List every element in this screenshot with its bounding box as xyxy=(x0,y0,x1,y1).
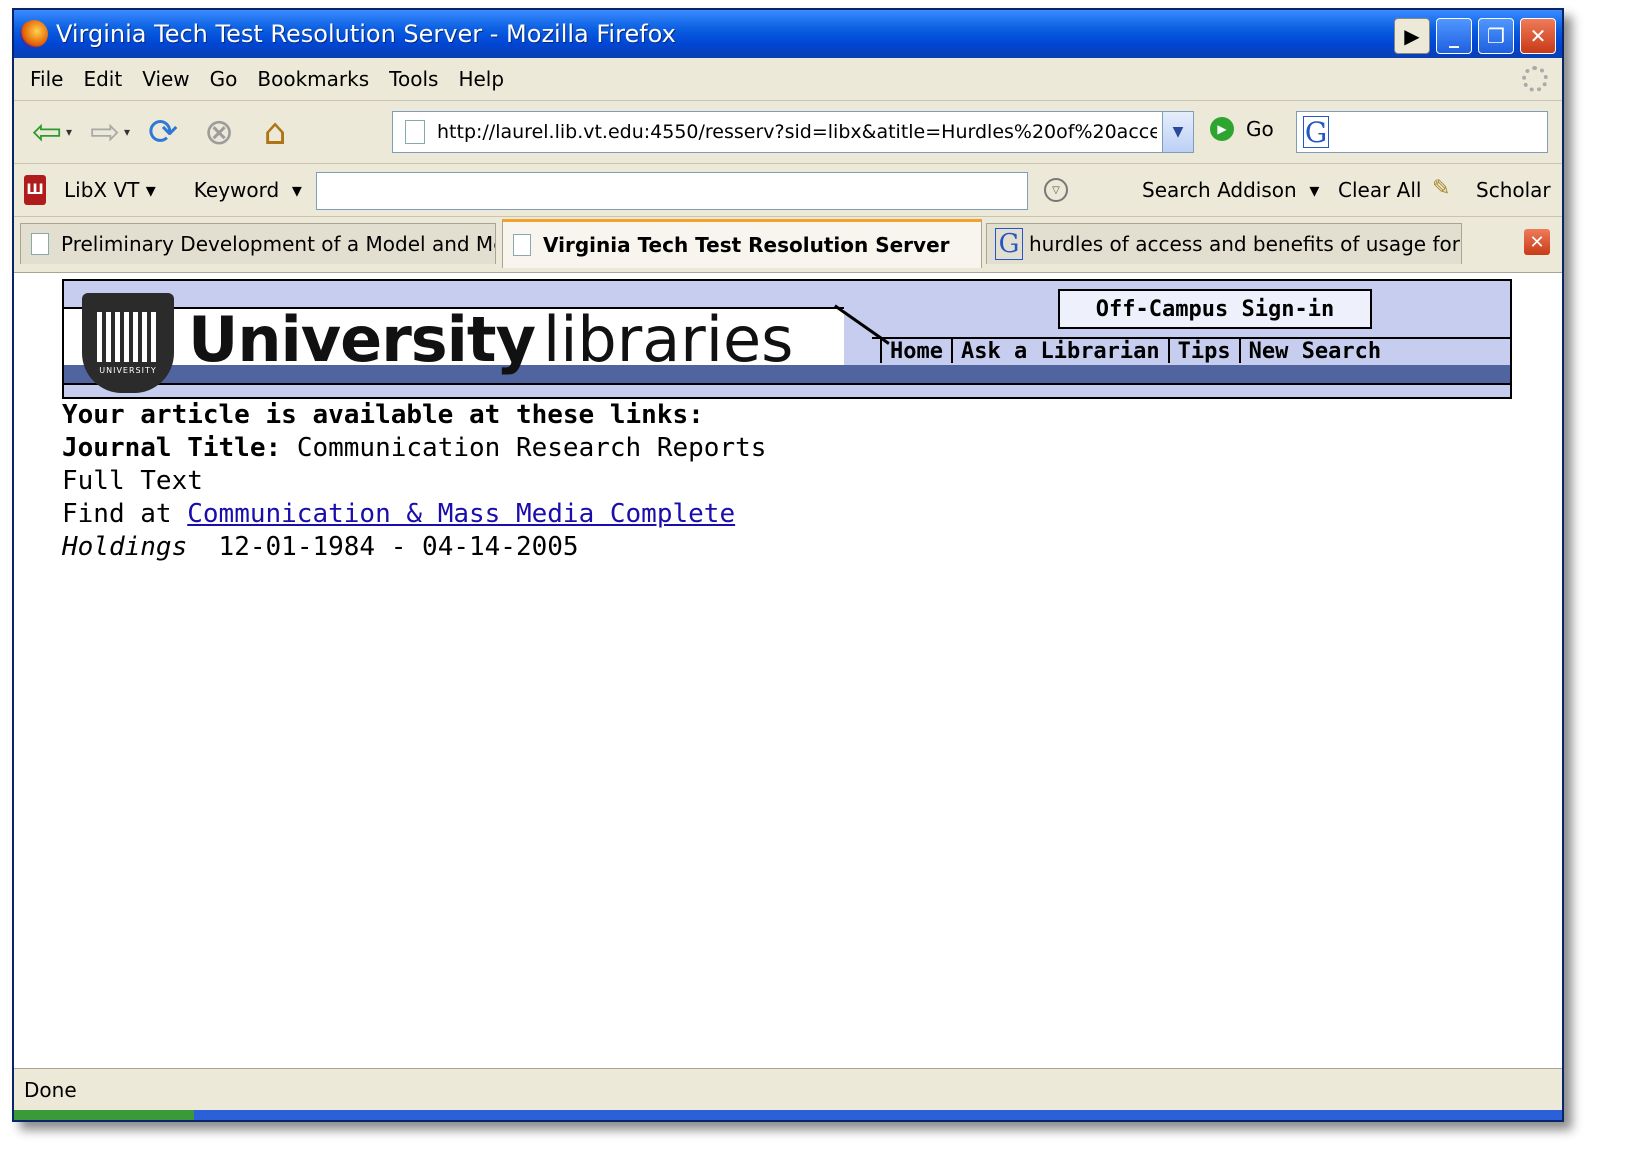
scholar-button[interactable]: Scholar xyxy=(1476,178,1551,202)
back-arrow-icon[interactable]: ⇦ xyxy=(24,109,70,155)
tab-label: Virginia Tech Test Resolution Server xyxy=(543,233,950,257)
journal-title-value: Communication Research Reports xyxy=(296,433,767,463)
tab-virginia-tech-resolution-server[interactable]: Virginia Tech Test Resolution Server xyxy=(502,219,982,268)
home-icon[interactable]: ⌂ xyxy=(252,109,298,155)
stop-icon[interactable]: ⊗ xyxy=(196,109,242,155)
status-bar: Done xyxy=(14,1068,1562,1111)
seal-columns xyxy=(97,311,159,362)
find-at-row: Find at Communication & Mass Media Compl… xyxy=(62,498,766,531)
reload-icon[interactable]: ⟳ xyxy=(140,109,186,155)
database-link[interactable]: Communication & Mass Media Complete xyxy=(187,499,735,529)
tab-label: Preliminary Development of a Model and M… xyxy=(61,232,496,256)
libx-search-input[interactable] xyxy=(316,172,1028,210)
page-icon xyxy=(405,120,425,144)
scholar-magic-wand-icon[interactable]: ✎ xyxy=(1432,176,1450,201)
seal-text: UNIVERSITY xyxy=(99,365,157,375)
minimize-button[interactable]: _ xyxy=(1436,18,1472,54)
tab-preliminary-development[interactable]: Preliminary Development of a Model and M… xyxy=(20,223,496,264)
university-seal-icon[interactable]: UNIVERSITY xyxy=(82,293,174,393)
menu-edit[interactable]: Edit xyxy=(83,67,122,91)
link-separator xyxy=(880,339,882,363)
tab-bar: Preliminary Development of a Model and M… xyxy=(14,217,1562,268)
keyword-label: Keyword xyxy=(193,178,280,202)
navigation-toolbar: ⇦ ▾ ⇨ ▾ ⟳ ⊗ ⌂ http://laurel.lib.vt.edu:4… xyxy=(14,101,1562,164)
menu-file[interactable]: File xyxy=(30,67,63,91)
libx-dropdown-icon[interactable]: ▽ xyxy=(1044,178,1068,202)
forward-arrow-icon[interactable]: ⇨ xyxy=(82,109,128,155)
close-window-button[interactable]: ✕ xyxy=(1520,18,1556,54)
page-content: UNIVERSITY University libraries Off-Campu… xyxy=(14,272,1562,1069)
logo-light-text: libraries xyxy=(542,303,794,376)
restore-button[interactable]: ❐ xyxy=(1478,18,1514,54)
link-separator xyxy=(950,339,953,363)
firefox-logo-icon xyxy=(20,20,48,48)
banner-nav-links: Home Ask a Librarian Tips New Search xyxy=(872,337,1381,365)
go-label: Go xyxy=(1246,117,1274,141)
university-libraries-banner: UNIVERSITY University libraries Off-Campu… xyxy=(62,279,1512,399)
tab-label: hurdles of access and benefits of usage … xyxy=(1029,232,1462,256)
holdings-label: Holdings xyxy=(62,532,188,562)
close-tab-icon[interactable]: ✕ xyxy=(1524,229,1550,255)
banner-band-rule xyxy=(64,383,1510,385)
title-bar: Virginia Tech Test Resolution Server - M… xyxy=(14,10,1562,58)
search-addison-button[interactable]: Search Addison ▾ xyxy=(1142,178,1319,202)
off-campus-signin-button[interactable]: Off-Campus Sign-in xyxy=(1058,289,1372,329)
home-link[interactable]: Home xyxy=(890,339,943,364)
holdings-row: Holdings 12-01-1984 - 04-14-2005 xyxy=(62,531,766,564)
link-separator xyxy=(1238,339,1241,363)
taskbar-strip xyxy=(14,1110,1562,1120)
window-title: Virginia Tech Test Resolution Server - M… xyxy=(56,20,676,48)
find-at-label: Find at xyxy=(62,499,172,529)
keyword-select[interactable]: Keyword ▾ xyxy=(194,178,302,202)
tips-link[interactable]: Tips xyxy=(1178,339,1231,364)
url-dropdown-icon[interactable]: ▼ xyxy=(1162,112,1193,152)
back-history-dropdown-icon[interactable]: ▾ xyxy=(66,125,72,139)
menu-help[interactable]: Help xyxy=(458,67,504,91)
page-icon xyxy=(513,234,531,256)
link-separator xyxy=(1167,339,1170,363)
google-logo-icon: G xyxy=(995,228,1023,260)
journal-title-row: Journal Title: Communication Research Re… xyxy=(62,432,766,465)
forward-history-dropdown-icon[interactable]: ▾ xyxy=(124,125,130,139)
play-arrow-icon[interactable]: ▶ xyxy=(1394,18,1430,54)
new-search-link[interactable]: New Search xyxy=(1249,339,1381,364)
go-arrow-icon: ▶ xyxy=(1210,117,1234,141)
libx-menu[interactable]: LibX VT ▾ xyxy=(64,178,156,202)
google-logo-icon: G xyxy=(1303,115,1329,149)
tab-google-hurdles-search[interactable]: G hurdles of access and benefits of usag… xyxy=(986,223,1462,264)
libx-menu-label: LibX VT xyxy=(64,178,140,202)
google-search-box[interactable]: G xyxy=(1296,111,1548,153)
menu-tools[interactable]: Tools xyxy=(389,67,438,91)
journal-title-label: Journal Title: xyxy=(62,433,282,463)
url-text[interactable]: http://laurel.lib.vt.edu:4550/resserv?si… xyxy=(437,121,1157,143)
window-controls: ▶ _ ❐ ✕ xyxy=(1394,18,1556,54)
menu-go[interactable]: Go xyxy=(210,67,238,91)
go-button[interactable]: ▶ Go xyxy=(1210,117,1274,141)
status-text: Done xyxy=(24,1078,77,1102)
article-availability: Your article is available at these links… xyxy=(62,399,766,564)
menu-bar: File Edit View Go Bookmarks Tools Help xyxy=(14,58,1562,101)
holdings-value: 12-01-1984 - 04-14-2005 xyxy=(218,532,579,562)
search-addison-label: Search Addison xyxy=(1142,178,1297,202)
full-text-label: Full Text xyxy=(62,466,203,496)
ask-a-librarian-link[interactable]: Ask a Librarian xyxy=(961,339,1160,364)
address-bar[interactable]: http://laurel.lib.vt.edu:4550/resserv?si… xyxy=(392,111,1194,153)
browser-window: Virginia Tech Test Resolution Server - M… xyxy=(12,8,1564,1122)
menu-view[interactable]: View xyxy=(142,67,189,91)
university-libraries-logo[interactable]: University libraries xyxy=(188,303,793,376)
availability-heading: Your article is available at these links… xyxy=(62,400,704,430)
libx-logo-icon[interactable]: Ш xyxy=(24,175,46,205)
menu-bookmarks[interactable]: Bookmarks xyxy=(257,67,369,91)
libx-toolbar: Ш LibX VT ▾ Keyword ▾ ▽ Search Addison ▾… xyxy=(14,164,1562,217)
page-icon xyxy=(31,233,49,255)
logo-bold-text: University xyxy=(188,303,536,376)
clear-all-button[interactable]: Clear All xyxy=(1338,178,1421,202)
throbber-icon xyxy=(1522,66,1548,92)
